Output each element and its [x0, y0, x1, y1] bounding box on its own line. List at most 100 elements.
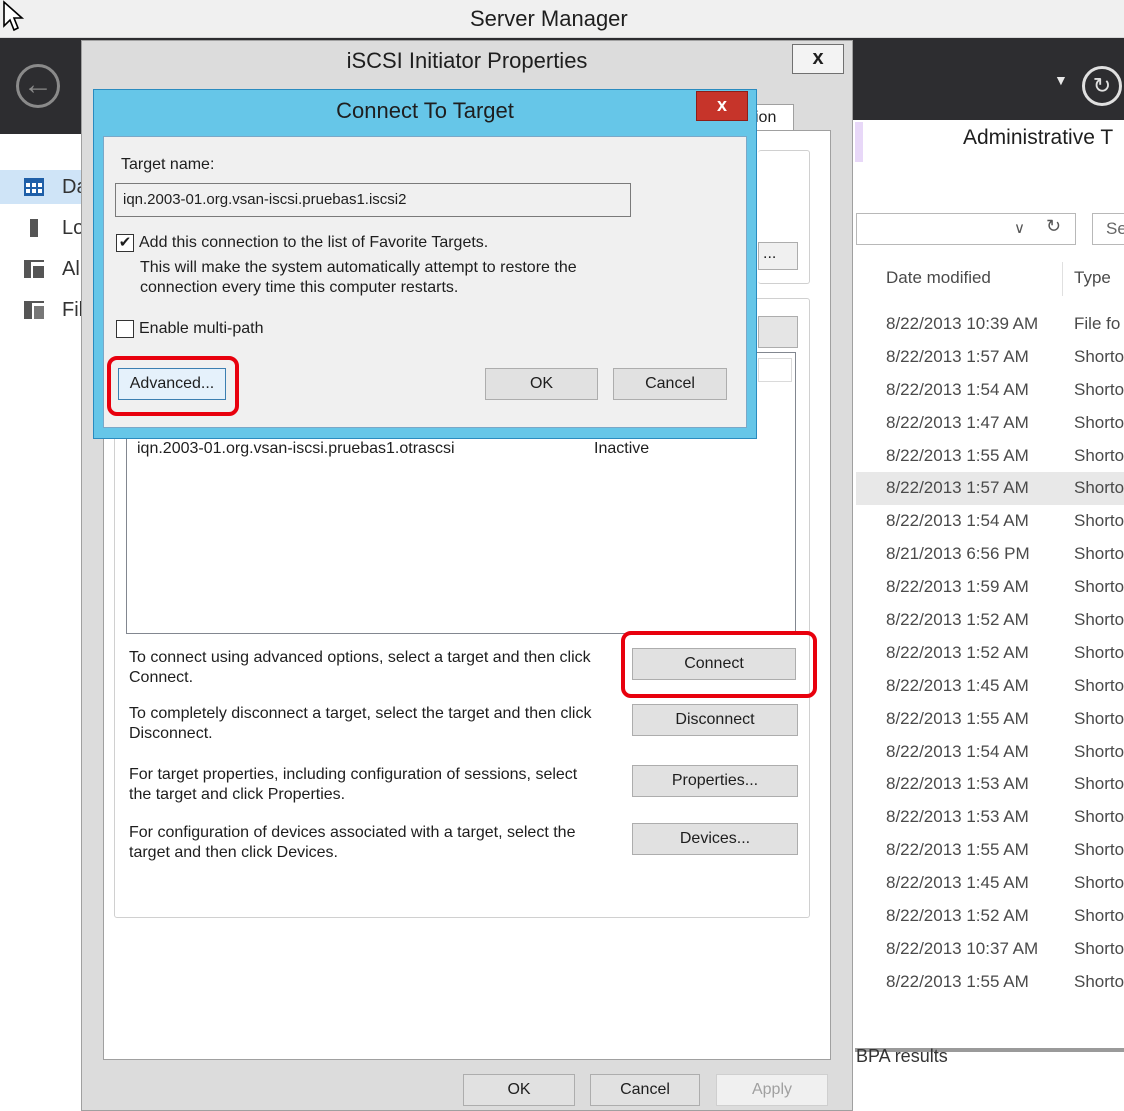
file-row[interactable]: 8/22/2013 1:55 AM Shorto	[856, 834, 1124, 867]
file-row[interactable]: 8/22/2013 1:52 AM Shorto	[856, 637, 1124, 670]
file-row[interactable]: 8/22/2013 1:54 AM Shorto	[856, 736, 1124, 769]
type-cell: Shorto	[1074, 938, 1124, 958]
type-cell: Shorto	[1074, 708, 1124, 728]
date-modified-cell: 8/22/2013 1:55 AM	[886, 708, 1029, 728]
file-services-icon	[24, 301, 44, 319]
date-modified-cell: 8/22/2013 1:54 AM	[886, 511, 1029, 531]
type-cell: Shorto	[1074, 873, 1124, 893]
file-row[interactable]: 8/22/2013 1:45 AM Shorto	[856, 867, 1124, 900]
multipath-checkbox[interactable]	[116, 320, 134, 338]
pane-accent-strip	[855, 122, 863, 162]
file-row[interactable]: 8/22/2013 1:59 AM Shorto	[856, 571, 1124, 604]
file-row[interactable]: 8/22/2013 1:54 AM Shorto	[856, 505, 1124, 538]
date-modified-cell: 8/22/2013 1:52 AM	[886, 642, 1029, 662]
file-row[interactable]: 8/22/2013 1:53 AM Shorto	[856, 801, 1124, 834]
date-modified-cell: 8/22/2013 10:37 AM	[886, 938, 1039, 958]
tab-configuration[interactable]: ion	[752, 104, 794, 132]
target-status-cell[interactable]: Inactive	[594, 440, 649, 458]
type-cell: Shorto	[1074, 445, 1124, 465]
file-row[interactable]: 8/22/2013 1:52 AM Shorto	[856, 604, 1124, 637]
date-modified-cell: 8/22/2013 1:57 AM	[886, 346, 1029, 366]
target-name-label: Target name:	[121, 156, 215, 173]
back-arrow-icon[interactable]: ←	[16, 64, 60, 108]
file-row[interactable]: 8/22/2013 1:57 AM Shorto	[856, 472, 1124, 506]
file-row[interactable]: 8/22/2013 1:52 AM Shorto	[856, 900, 1124, 933]
type-cell: File fo	[1074, 314, 1121, 333]
close-button[interactable]: x	[696, 91, 748, 121]
apply-button[interactable]: Apply	[716, 1074, 828, 1106]
list-item[interactable]	[758, 358, 792, 382]
type-cell: Shorto	[1074, 544, 1124, 564]
address-bar[interactable]	[856, 213, 1076, 245]
file-row[interactable]: 8/22/2013 1:54 AM Shorto	[856, 374, 1124, 407]
date-modified-cell: 8/22/2013 1:45 AM	[886, 675, 1029, 695]
file-row[interactable]: 8/22/2013 1:57 AM Shorto	[856, 341, 1124, 374]
date-modified-cell: 8/22/2013 1:55 AM	[886, 840, 1029, 860]
file-list: 8/22/2013 10:39 AM File fo 8/22/2013 1:57 …	[856, 308, 1124, 999]
dialog-title: Connect To Target	[336, 98, 514, 123]
type-cell: Shorto	[1074, 642, 1124, 662]
properties-button[interactable]: Properties...	[632, 765, 798, 797]
ok-button[interactable]: OK	[463, 1074, 575, 1106]
type-cell: Shorto	[1074, 741, 1124, 761]
date-modified-cell: 8/22/2013 1:53 AM	[886, 774, 1029, 794]
disconnect-description: To completely disconnect a target, selec…	[129, 705, 592, 742]
quick-connect-button[interactable]: ...	[758, 242, 798, 270]
server-manager-title: Server Manager	[470, 6, 628, 31]
sidebar-item-label: Al	[62, 258, 80, 280]
type-cell: Shorto	[1074, 906, 1124, 926]
dashboard-icon	[24, 178, 44, 196]
file-row[interactable]: 8/22/2013 1:47 AM Shorto	[856, 407, 1124, 440]
date-modified-cell: 8/22/2013 1:45 AM	[886, 873, 1029, 893]
date-modified-cell: 8/22/2013 1:52 AM	[886, 906, 1029, 926]
date-modified-cell: 8/22/2013 1:53 AM	[886, 807, 1029, 827]
sidebar-item-file-services[interactable]: Fil	[0, 293, 83, 327]
column-header-date-modified[interactable]: Date modified	[886, 268, 991, 288]
file-row[interactable]: 8/22/2013 10:39 AM File fo	[856, 308, 1124, 341]
file-row[interactable]: 8/22/2013 10:37 AM Shorto	[856, 933, 1124, 966]
type-cell: Shorto	[1074, 511, 1124, 531]
sidebar-item-local-server[interactable]: Lo	[0, 211, 84, 245]
target-name-field[interactable]: iqn.2003-01.org.vsan-iscsi.pruebas1.iscs…	[115, 183, 631, 217]
file-row[interactable]: 8/22/2013 1:55 AM Shorto	[856, 703, 1124, 736]
chevron-down-icon[interactable]: ▼	[1054, 72, 1068, 88]
disconnect-button[interactable]: Disconnect	[632, 704, 798, 736]
file-row[interactable]: 8/22/2013 1:45 AM Shorto	[856, 670, 1124, 703]
favorite-targets-checkbox[interactable]: ✔	[116, 234, 134, 252]
chevron-down-icon[interactable]: ∨	[1014, 219, 1025, 237]
refresh-icon[interactable]: ↻	[1046, 216, 1061, 237]
cancel-button[interactable]: Cancel	[613, 368, 727, 400]
date-modified-cell: 8/21/2013 6:56 PM	[886, 544, 1030, 564]
type-cell: Shorto	[1074, 840, 1124, 860]
cancel-button[interactable]: Cancel	[590, 1074, 700, 1106]
sidebar-item-dashboard[interactable]: Da	[0, 170, 88, 204]
type-cell: Shorto	[1074, 412, 1124, 432]
date-modified-cell: 8/22/2013 1:54 AM	[886, 741, 1029, 761]
advanced-button-highlight	[107, 356, 239, 416]
favorite-targets-label: Add this connection to the list of Favor…	[139, 234, 489, 251]
column-header-type[interactable]: Type	[1074, 268, 1111, 288]
type-cell: Shorto	[1074, 675, 1124, 695]
local-server-icon	[30, 219, 38, 237]
date-modified-cell: 8/22/2013 1:55 AM	[886, 971, 1029, 991]
type-cell: Shorto	[1074, 379, 1124, 399]
refresh-button[interactable]	[758, 316, 798, 348]
date-modified-cell: 8/22/2013 1:52 AM	[886, 610, 1029, 630]
file-row[interactable]: 8/21/2013 6:56 PM Shorto	[856, 538, 1124, 571]
server-manager-sidebar: Da Lo Al Fil	[0, 134, 88, 1111]
close-button[interactable]: x	[792, 44, 844, 74]
sidebar-item-all-servers[interactable]: Al	[0, 252, 82, 286]
date-modified-cell: 8/22/2013 1:59 AM	[886, 577, 1029, 597]
search-input[interactable]: Se	[1092, 213, 1124, 245]
dialog-title: iSCSI Initiator Properties	[346, 48, 588, 73]
file-row[interactable]: 8/22/2013 1:55 AM Shorto	[856, 440, 1124, 473]
file-row[interactable]: 8/22/2013 1:55 AM Shorto	[856, 966, 1124, 999]
administrative-tools-title: Administrative T	[963, 126, 1114, 149]
file-row[interactable]: 8/22/2013 1:53 AM Shorto	[856, 768, 1124, 801]
refresh-icon[interactable]: ↻	[1082, 66, 1122, 106]
target-name-cell[interactable]: iqn.2003-01.org.vsan-iscsi.pruebas1.otra…	[137, 440, 455, 458]
devices-button[interactable]: Devices...	[632, 823, 798, 855]
bpa-results-label: BPA results	[856, 1046, 948, 1066]
properties-description: For target properties, including configu…	[129, 766, 578, 803]
ok-button[interactable]: OK	[485, 368, 598, 400]
